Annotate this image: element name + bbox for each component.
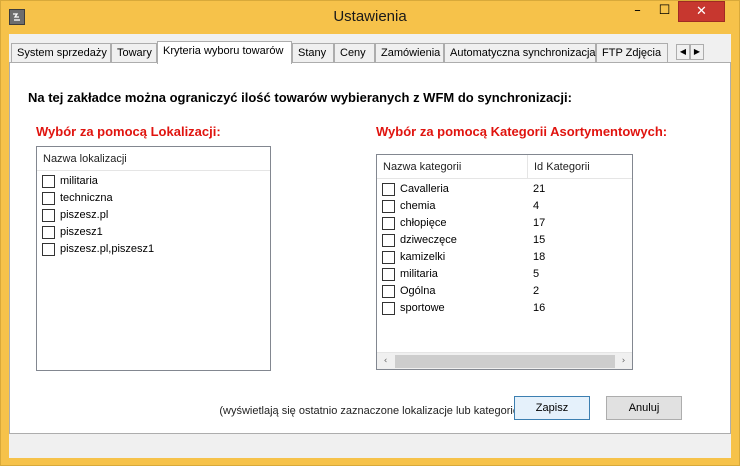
tab-ceny[interactable]: Ceny: [334, 43, 375, 63]
location-name: piszesz1: [60, 226, 103, 238]
location-checkbox[interactable]: [42, 226, 55, 239]
table-row[interactable]: Cavalleria 21: [377, 181, 632, 198]
minimize-button[interactable]: –: [624, 1, 651, 22]
list-item[interactable]: piszesz1: [37, 224, 270, 241]
tab-kryteria-wyboru-towarow[interactable]: Kryteria wyboru towarów: [157, 41, 292, 64]
category-name: Cavalleria: [400, 183, 449, 195]
location-name: militaria: [60, 175, 98, 187]
tab-zamowienia[interactable]: Zamówienia: [375, 43, 444, 63]
category-checkbox[interactable]: [382, 234, 395, 247]
category-id: 5: [533, 268, 540, 280]
table-row[interactable]: kamizelki 18: [377, 249, 632, 266]
table-row[interactable]: chłopięce 17: [377, 215, 632, 232]
category-id: 17: [533, 217, 546, 229]
categories-horizontal-scrollbar[interactable]: ‹ ›: [377, 352, 632, 369]
scrollbar-thumb[interactable]: [395, 355, 615, 368]
list-item[interactable]: militaria: [37, 173, 270, 190]
location-name: techniczna: [60, 192, 113, 204]
settings-window: Ustawienia – ☐ ✕ System sprzedaży Towary…: [0, 0, 740, 466]
tab-page-kryteria: Na tej zakładce można ograniczyć ilość t…: [9, 62, 731, 434]
category-id: 15: [533, 234, 546, 246]
list-item[interactable]: piszesz.pl: [37, 207, 270, 224]
tab-scroll-left-button[interactable]: ◀: [676, 44, 690, 60]
tab-automatyczna-synchronizacja[interactable]: Automatyczna synchronizacja: [444, 43, 596, 63]
locations-column-header[interactable]: Nazwa lokalizacji: [37, 147, 270, 171]
category-checkbox[interactable]: [382, 200, 395, 213]
category-checkbox[interactable]: [382, 183, 395, 196]
categories-list[interactable]: Nazwa kategorii Id Kategorii Cavalleria …: [376, 154, 633, 370]
category-id-column-header[interactable]: Id Kategorii: [527, 155, 632, 179]
locations-section-title: Wybór za pomocą Lokalizacji:: [36, 124, 221, 139]
category-checkbox[interactable]: [382, 268, 395, 281]
category-checkbox[interactable]: [382, 285, 395, 298]
scroll-left-icon[interactable]: ‹: [377, 353, 394, 370]
category-name: chemia: [400, 200, 436, 212]
location-checkbox[interactable]: [42, 175, 55, 188]
location-checkbox[interactable]: [42, 243, 55, 256]
maximize-button[interactable]: ☐: [651, 1, 678, 22]
page-heading: Na tej zakładce można ograniczyć ilość t…: [28, 90, 572, 105]
category-name: militaria: [400, 268, 438, 280]
save-button[interactable]: Zapisz: [514, 396, 590, 420]
category-id: 16: [533, 302, 546, 314]
tab-scroll-right-button[interactable]: ▶: [690, 44, 704, 60]
tab-towary[interactable]: Towary: [111, 43, 157, 63]
location-checkbox[interactable]: [42, 209, 55, 222]
cancel-button[interactable]: Anuluj: [606, 396, 682, 420]
client-area: System sprzedaży Towary Kryteria wyboru …: [9, 34, 731, 458]
tab-strip: System sprzedaży Towary Kryteria wyboru …: [9, 41, 731, 64]
title-bar[interactable]: Ustawienia – ☐ ✕: [1, 1, 739, 34]
table-row[interactable]: dziweczęce 15: [377, 232, 632, 249]
tab-system-sprzedazy[interactable]: System sprzedaży: [11, 43, 111, 63]
close-button[interactable]: ✕: [678, 1, 725, 22]
table-row[interactable]: militaria 5: [377, 266, 632, 283]
table-row[interactable]: sportowe 16: [377, 300, 632, 317]
table-row[interactable]: chemia 4: [377, 198, 632, 215]
category-id: 21: [533, 183, 546, 195]
category-name: dziweczęce: [400, 234, 457, 246]
category-id: 18: [533, 251, 546, 263]
tab-ftp-zdjecia[interactable]: FTP Zdjęcia: [596, 43, 668, 63]
category-name: kamizelki: [400, 251, 446, 263]
list-item[interactable]: techniczna: [37, 190, 270, 207]
category-checkbox[interactable]: [382, 302, 395, 315]
categories-section-title: Wybór za pomocą Kategorii Asortymentowyc…: [376, 124, 668, 139]
location-checkbox[interactable]: [42, 192, 55, 205]
category-name: chłopięce: [400, 217, 447, 229]
table-row[interactable]: Ogólna 2: [377, 283, 632, 300]
category-checkbox[interactable]: [382, 251, 395, 264]
locations-list[interactable]: Nazwa lokalizacji militaria techniczna p…: [36, 146, 271, 371]
category-id: 4: [533, 200, 540, 212]
location-name: piszesz.pl: [60, 209, 109, 221]
category-checkbox[interactable]: [382, 217, 395, 230]
location-name: piszesz.pl,piszesz1: [60, 243, 155, 255]
category-name-column-header[interactable]: Nazwa kategorii: [377, 155, 527, 179]
list-item[interactable]: piszesz.pl,piszesz1: [37, 241, 270, 258]
category-id: 2: [533, 285, 540, 297]
category-name: sportowe: [400, 302, 445, 314]
category-name: Ogólna: [400, 285, 436, 297]
scroll-right-icon[interactable]: ›: [615, 353, 632, 370]
tab-stany[interactable]: Stany: [292, 43, 334, 63]
